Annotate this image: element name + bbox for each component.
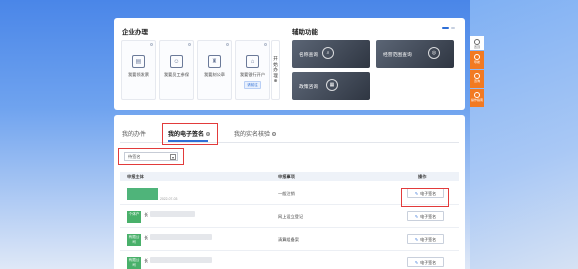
tool-business-scope-query[interactable]: 经营范围查询 ◎ [376, 40, 454, 68]
tool-name-query[interactable]: 名称查询 ⌕ [292, 40, 370, 68]
highlight-box-tab [162, 123, 218, 145]
radio-icon [188, 43, 191, 46]
id-card-icon: ▤ [132, 55, 145, 68]
tab-my-cases[interactable]: 我的办件 [122, 129, 146, 138]
entity-type-tag: 有限公司 [127, 234, 141, 246]
radio-icon [150, 43, 153, 46]
table-row: 有限公司 长 清算组备案 ✎ 电子签名 [120, 229, 459, 251]
pen-icon: ✎ [414, 214, 419, 219]
redacted-name [150, 257, 212, 263]
table-row: 有限公司 长 ✎ 电子签名 [120, 252, 459, 269]
highlight-box-filter [118, 148, 184, 165]
redacted-name [150, 211, 195, 217]
status-badge: 请前往 [244, 81, 261, 89]
floating-toolbar: 置顶 导航 咨询 操作指南 [470, 36, 484, 108]
tab-my-identity-verification[interactable]: 我的实名核验 i [234, 129, 277, 138]
plus-circle-icon: ⊕ [273, 78, 278, 84]
fingerprint-icon: ◎ [428, 47, 440, 59]
pen-icon: ✎ [414, 260, 419, 265]
table-header: 申报主体 申报事项 操作 [120, 172, 459, 181]
e-sign-button[interactable]: ✎ 电子签名 [407, 257, 444, 267]
pen-icon: ✎ [414, 237, 419, 242]
search-icon: ⌕ [322, 47, 334, 59]
service-seal[interactable]: ♜ 我要刻公章 [197, 40, 232, 100]
radio-icon [264, 43, 267, 46]
guide-button[interactable]: 操作指南 [470, 89, 484, 107]
user-card-icon: ☺ [170, 55, 183, 68]
enterprise-section-title: 企业办理 [122, 29, 148, 36]
redacted-name [150, 234, 212, 240]
radio-icon [226, 43, 229, 46]
carousel-dots[interactable] [442, 27, 455, 29]
back-to-top-button[interactable]: 置顶 [470, 36, 484, 50]
background-decoration [470, 0, 578, 269]
navigation-button[interactable]: 导航 [470, 51, 484, 69]
consult-button[interactable]: 咨询 [470, 70, 484, 88]
tool-policy-consult[interactable]: 政策咨询 ▦ [292, 72, 370, 100]
services-card: 企业办理 ▤ 我要领发票 ☺ 我要员工参保 ♜ 我要刻公章 ⌂ 我要银行开户 请… [114, 18, 465, 110]
table-row: 个体户 长 网上设立登记 ✎ 电子签名 [120, 206, 459, 228]
aux-section-title: 辅助功能 [292, 29, 318, 36]
info-icon: i [272, 132, 277, 137]
records-card: 我的办件 我的电子签名 i 我的实名核验 i 待签名 ▾ 申报主体 申报事项 操作 … [114, 115, 465, 269]
stamp-icon: ♜ [208, 55, 221, 68]
service-insurance[interactable]: ☺ 我要员工参保 [159, 40, 194, 100]
service-invoice[interactable]: ▤ 我要领发票 [121, 40, 156, 100]
highlight-box-action [401, 188, 449, 207]
start-handling-button[interactable]: 开 始 办 理 ⊕ [271, 40, 280, 100]
e-sign-button[interactable]: ✎ 电子签名 [407, 211, 444, 221]
entity-type-tag: 个体户 [127, 211, 141, 223]
e-sign-button[interactable]: ✎ 电子签名 [407, 234, 444, 244]
service-bank-account[interactable]: ⌂ 我要银行开户 请前往 [235, 40, 270, 100]
document-icon: ▦ [326, 79, 338, 91]
entity-type-tag: 有限公司 [127, 257, 141, 269]
entity-logo [127, 188, 158, 200]
bank-icon: ⌂ [246, 55, 259, 68]
